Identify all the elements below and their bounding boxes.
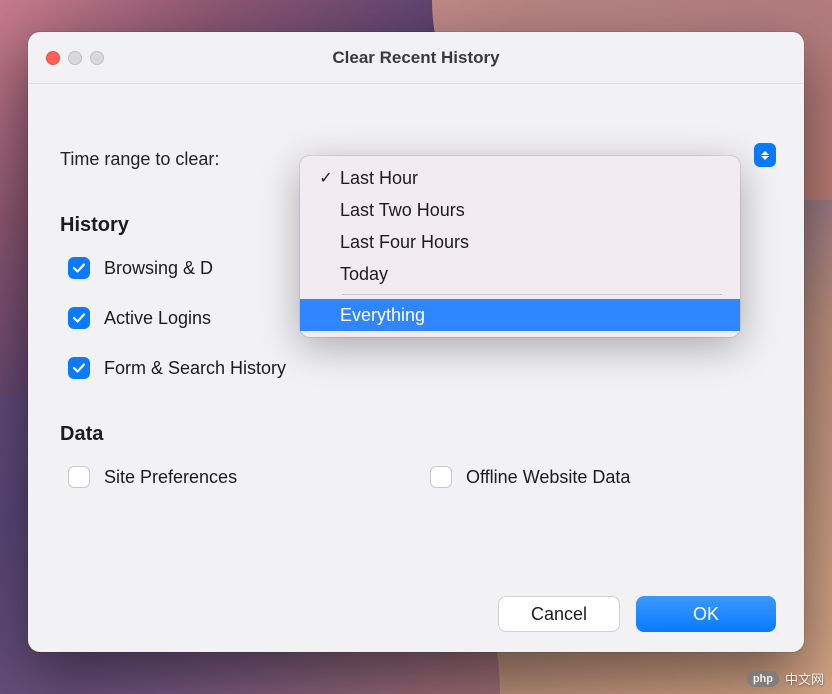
data-section-title: Data (60, 423, 772, 446)
checkbox-label: Browsing & D (104, 258, 213, 279)
dropdown-item-last-four-hours[interactable]: Last Four Hours (300, 226, 740, 258)
titlebar: Clear Recent History (28, 32, 804, 84)
checkbox-form-search[interactable]: Form & Search History (68, 357, 410, 379)
window-title: Clear Recent History (28, 48, 804, 68)
close-icon[interactable] (46, 51, 60, 65)
dropdown-item-label: Today (340, 264, 388, 285)
dialog-window: Clear Recent History Time range to clear… (28, 32, 804, 652)
checkbox-icon[interactable] (68, 257, 90, 279)
cancel-button[interactable]: Cancel (498, 596, 620, 632)
checkbox-label: Active Logins (104, 308, 211, 329)
checkbox-label: Offline Website Data (466, 467, 630, 488)
window-controls (28, 51, 104, 65)
checkbox-icon[interactable] (68, 307, 90, 329)
checkbox-site-preferences[interactable]: Site Preferences (68, 466, 410, 488)
dropdown-item-today[interactable]: Today (300, 258, 740, 290)
checkbox-icon[interactable] (68, 357, 90, 379)
checkbox-offline-website-data[interactable]: Offline Website Data (430, 466, 772, 488)
time-range-dropdown-menu[interactable]: ✓ Last Hour Last Two Hours Last Four Hou… (300, 156, 740, 337)
minimize-icon (68, 51, 82, 65)
checkmark-icon: ✓ (316, 168, 336, 188)
dropdown-item-last-hour[interactable]: ✓ Last Hour (300, 162, 740, 194)
checkbox-label: Site Preferences (104, 467, 237, 488)
dropdown-divider (342, 294, 722, 295)
watermark: php 中文网 (747, 669, 824, 688)
watermark-badge: php (747, 671, 779, 687)
data-checkbox-grid: Site Preferences Offline Website Data (60, 466, 772, 488)
checkbox-icon[interactable] (68, 466, 90, 488)
dropdown-item-label: Last Four Hours (340, 232, 469, 253)
dropdown-item-label: Everything (340, 305, 425, 326)
chevron-up-down-icon[interactable] (754, 143, 776, 167)
time-range-label: Time range to clear: (60, 149, 219, 170)
checkbox-label: Form & Search History (104, 358, 286, 379)
dialog-button-row: Cancel OK (498, 596, 776, 632)
maximize-icon (90, 51, 104, 65)
dropdown-item-label: Last Two Hours (340, 200, 465, 221)
dropdown-item-everything[interactable]: Everything (300, 299, 740, 331)
checkbox-icon[interactable] (430, 466, 452, 488)
watermark-text: 中文网 (785, 669, 824, 688)
ok-button[interactable]: OK (636, 596, 776, 632)
dropdown-item-label: Last Hour (340, 168, 418, 189)
dropdown-item-last-two-hours[interactable]: Last Two Hours (300, 194, 740, 226)
